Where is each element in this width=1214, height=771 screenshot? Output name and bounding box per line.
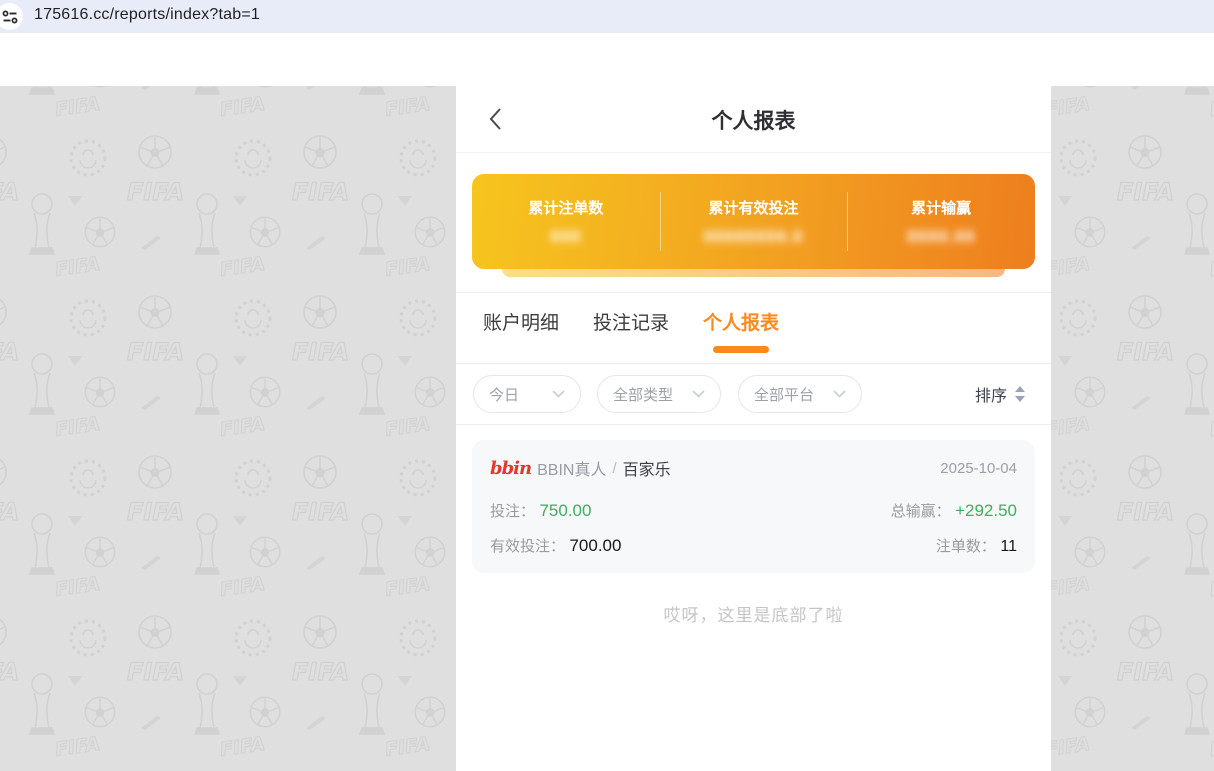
bbin-logo: bbin bbox=[490, 458, 531, 479]
dropdown-value: 全部类型 bbox=[613, 384, 673, 405]
summary-section: 累计注单数 888 累计有效投注 88888888.8 累计输赢 8888.88 bbox=[456, 153, 1051, 293]
valid-bet-label: 有效投注： bbox=[490, 538, 565, 555]
sort-label: 排序 bbox=[975, 382, 1007, 406]
tab-label: 个人报表 bbox=[703, 308, 779, 335]
site-info-button[interactable] bbox=[0, 3, 23, 30]
address-bar[interactable]: 175616.cc/reports/index?tab=1 bbox=[0, 0, 1214, 33]
stat-value-masked: 88888888.8 bbox=[704, 227, 804, 247]
tab-active-underline bbox=[713, 346, 769, 353]
tab-bet-records[interactable]: 投注记录 bbox=[593, 308, 669, 363]
dropdown-value: 全部平台 bbox=[754, 384, 814, 405]
tab-personal-report[interactable]: 个人报表 bbox=[703, 308, 779, 363]
stat-value-masked: 8888.88 bbox=[907, 227, 975, 247]
tracking-protection-icon bbox=[2, 9, 18, 25]
stat-label: 累计输赢 bbox=[911, 197, 971, 218]
date-range-dropdown[interactable]: 今日 bbox=[473, 375, 581, 413]
report-card[interactable]: bbin BBIN真人 / 百家乐 2025-10-04 投注： 750.00 … bbox=[472, 440, 1035, 573]
summary-card-shadow-layer bbox=[502, 269, 1005, 277]
url-text: 175616.cc/reports/index?tab=1 bbox=[34, 6, 260, 24]
tab-account-details[interactable]: 账户明细 bbox=[483, 308, 559, 363]
page-title: 个人报表 bbox=[456, 105, 1051, 135]
stat-label: 累计注单数 bbox=[528, 197, 603, 218]
chevron-down-icon bbox=[692, 390, 705, 398]
report-list: bbin BBIN真人 / 百家乐 2025-10-04 投注： 750.00 … bbox=[456, 425, 1051, 626]
report-date: 2025-10-04 bbox=[940, 460, 1017, 477]
app-header: 个人报表 bbox=[456, 86, 1051, 153]
dropdown-value: 今日 bbox=[489, 384, 519, 405]
app-panel: 个人报表 累计注单数 888 累计有效投注 88888888.8 累计输赢 88… bbox=[456, 86, 1051, 771]
valid-bet-value: 700.00 bbox=[569, 536, 621, 555]
stat-value-masked: 888 bbox=[550, 227, 581, 247]
chevron-down-icon bbox=[552, 390, 565, 398]
platform-dropdown[interactable]: 全部平台 bbox=[738, 375, 862, 413]
game-name: 百家乐 bbox=[623, 456, 671, 480]
tab-label: 账户明细 bbox=[483, 308, 559, 335]
sort-arrows-icon bbox=[1014, 386, 1026, 402]
stat-win-loss: 累计输赢 8888.88 bbox=[847, 174, 1035, 269]
page-top-band bbox=[0, 33, 1214, 86]
total-win-label: 总输赢： bbox=[891, 503, 951, 520]
stat-total-bets: 累计注单数 888 bbox=[472, 174, 660, 269]
filter-bar: 今日 全部类型 全部平台 排序 bbox=[456, 364, 1051, 425]
bet-count-label: 注单数： bbox=[936, 538, 996, 555]
separator: / bbox=[612, 460, 616, 477]
tab-underline bbox=[493, 346, 549, 353]
summary-card: 累计注单数 888 累计有效投注 88888888.8 累计输赢 8888.88 bbox=[472, 174, 1035, 269]
stat-valid-bets: 累计有效投注 88888888.8 bbox=[660, 174, 848, 269]
tabs-bar: 账户明细 投注记录 个人报表 bbox=[456, 293, 1051, 364]
stat-label: 累计有效投注 bbox=[709, 197, 799, 218]
type-dropdown[interactable]: 全部类型 bbox=[597, 375, 721, 413]
total-win-value: +292.50 bbox=[955, 501, 1017, 520]
bet-value: 750.00 bbox=[539, 501, 591, 520]
tab-underline bbox=[603, 346, 659, 353]
provider-name: BBIN真人 bbox=[537, 456, 606, 480]
sort-button[interactable]: 排序 bbox=[975, 382, 1026, 406]
bet-count-value: 11 bbox=[1000, 538, 1017, 555]
end-of-list-text: 哎呀，这里是底部了啦 bbox=[472, 601, 1035, 626]
bet-label: 投注： bbox=[490, 503, 535, 520]
chevron-down-icon bbox=[833, 390, 846, 398]
tab-label: 投注记录 bbox=[593, 308, 669, 335]
